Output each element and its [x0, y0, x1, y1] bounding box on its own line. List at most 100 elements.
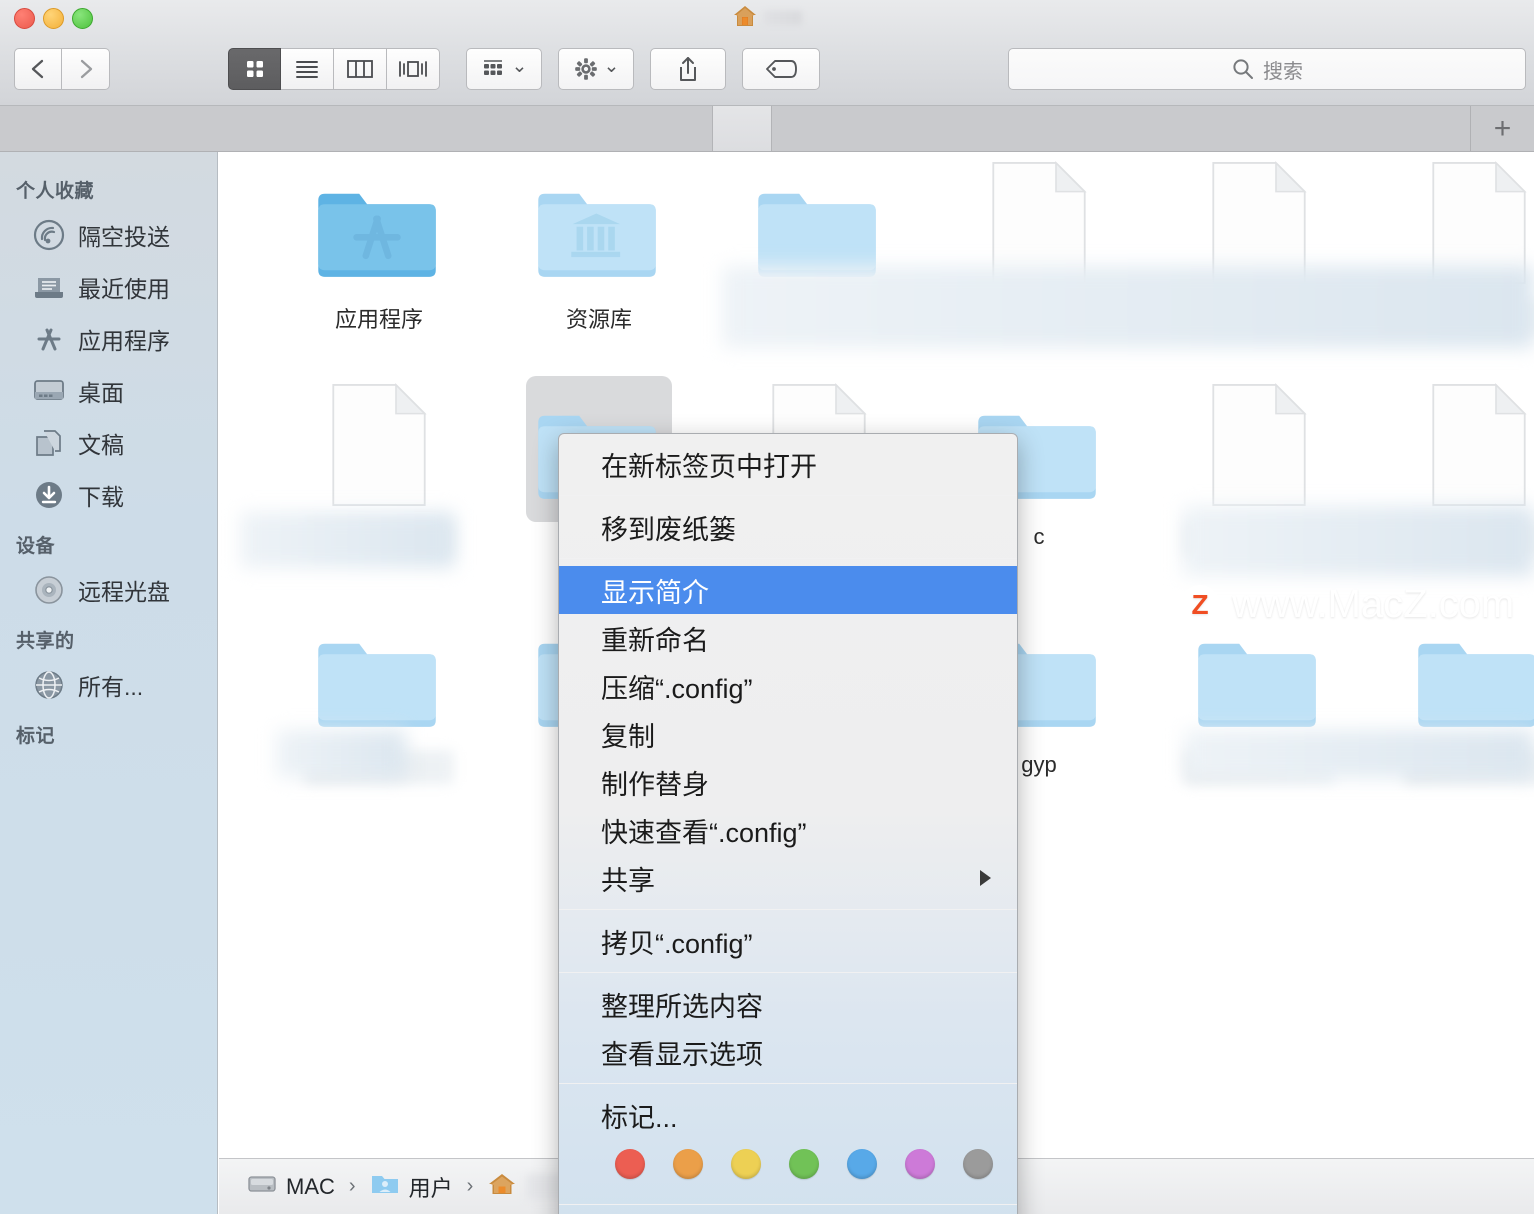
menu-item[interactable]: 在新标签页中打开	[559, 440, 1017, 488]
file-item[interactable]: 资源库	[499, 162, 699, 336]
path-segment-mac[interactable]: MAC	[247, 1172, 335, 1202]
menu-separator	[559, 558, 1017, 559]
titlebar: ⌄ ⌄ 搜索	[0, 0, 1534, 106]
home-icon	[487, 1171, 517, 1203]
list-view-button[interactable]	[281, 48, 334, 90]
document-plain-icon	[1159, 383, 1359, 514]
tag-purple-dot[interactable]	[905, 1149, 935, 1179]
menu-item-label: 在新标签页中打开	[601, 451, 817, 482]
recents-icon	[32, 270, 66, 304]
menu-separator	[559, 909, 1017, 910]
arrange-button[interactable]: ⌄	[466, 48, 542, 90]
menu-item-label: 显示简介	[601, 577, 709, 608]
desktop-icon	[32, 374, 66, 408]
tag-yellow-dot[interactable]	[731, 1149, 761, 1179]
sidebar: 个人收藏 隔空投送 最近使用 应用程序 桌面 文稿 下载 设备 远程光盘 共享的…	[0, 152, 218, 1214]
redaction-strip	[276, 730, 406, 778]
menu-item[interactable]: 查看显示选项	[559, 1028, 1017, 1076]
document-plain-icon	[1379, 383, 1534, 514]
tag-gray-dot[interactable]	[963, 1149, 993, 1179]
path-segment-label: 用户	[408, 1175, 453, 1201]
tab-active[interactable]	[712, 106, 772, 151]
file-label: c	[1033, 524, 1045, 549]
tab-bar: +	[0, 106, 1534, 152]
sidebar-item-label: 下载	[78, 484, 124, 510]
tab-bar-right-spacer	[772, 106, 1470, 151]
sidebar-item-label: 文稿	[78, 432, 124, 458]
search-field[interactable]: 搜索	[1008, 48, 1526, 90]
forward-button[interactable]	[62, 48, 110, 90]
navigation-buttons	[14, 48, 110, 90]
airdrop-icon	[32, 218, 66, 252]
share-button[interactable]	[650, 48, 726, 90]
tag-red-dot[interactable]	[615, 1149, 645, 1179]
new-tab-button[interactable]: +	[1470, 106, 1534, 151]
action-menu-button[interactable]: ⌄	[558, 48, 634, 90]
users-folder-icon	[370, 1172, 400, 1202]
sidebar-item-applications[interactable]: 应用程序	[0, 313, 217, 365]
sidebar-item-documents[interactable]: 文稿	[0, 417, 217, 469]
menu-item[interactable]: 重新命名	[559, 614, 1017, 662]
menu-item-label: 压缩“.config”	[601, 673, 753, 704]
path-separator: ›	[466, 1175, 474, 1197]
applications-icon	[32, 322, 66, 356]
gear-icon	[574, 58, 597, 80]
menu-item[interactable]: 显示简介	[559, 566, 1017, 614]
path-segment-users[interactable]: 用户	[370, 1171, 453, 1203]
redaction-strip	[1182, 506, 1534, 576]
search-placeholder: 搜索	[1263, 60, 1303, 83]
menu-separator	[559, 495, 1017, 496]
menu-item[interactable]: 整理所选内容	[559, 980, 1017, 1028]
menu-item[interactable]: 制作替身	[559, 758, 1017, 806]
menu-item-label: 重新命名	[601, 625, 709, 656]
sidebar-item-downloads[interactable]: 下载	[0, 469, 217, 521]
sidebar-item-remote-disc[interactable]: 远程光盘	[0, 564, 217, 616]
tag-green-dot[interactable]	[789, 1149, 819, 1179]
back-button[interactable]	[14, 48, 62, 90]
menu-item[interactable]: 标记...	[559, 1091, 1017, 1139]
folder-plain-icon	[279, 612, 479, 742]
context-menu: 在新标签页中打开移到废纸篓显示简介重新命名压缩“.config” 复制制作替身快速…	[558, 433, 1018, 1214]
menu-item-label: 标记...	[601, 1102, 678, 1133]
sidebar-section-header-shared: 共享的	[16, 631, 75, 652]
downloads-icon	[32, 478, 66, 512]
menu-item[interactable]: 压缩“.config”	[559, 662, 1017, 710]
sidebar-item-label: 远程光盘	[78, 579, 170, 605]
menu-item[interactable]: 复制	[559, 710, 1017, 758]
menu-item[interactable]: 快速查看“.config”	[559, 806, 1017, 854]
menu-separator	[559, 1204, 1017, 1205]
tag-orange-dot[interactable]	[673, 1149, 703, 1179]
view-mode-group	[228, 48, 440, 90]
icon-view-button[interactable]	[228, 48, 281, 90]
sidebar-item-desktop[interactable]: 桌面	[0, 365, 217, 417]
sidebar-item-label: 隔空投送	[78, 224, 170, 250]
tag-color-row	[559, 1139, 1017, 1197]
file-item[interactable]: 应用程序	[279, 162, 479, 336]
sidebar-item-recents[interactable]: 最近使用	[0, 261, 217, 313]
menu-item-label: 整理所选内容	[601, 991, 763, 1022]
chevron-down-icon: ⌄	[603, 56, 620, 77]
sidebar-item-airdrop[interactable]: 隔空投送	[0, 209, 217, 261]
menu-separator	[559, 972, 1017, 973]
add-tag-button[interactable]	[742, 48, 820, 90]
column-view-button[interactable]	[334, 48, 387, 90]
menu-item-label: 拷贝“.config”	[601, 928, 753, 959]
network-icon	[32, 668, 66, 702]
harddisk-icon	[247, 1172, 277, 1202]
menu-item-label: 制作替身	[601, 769, 709, 800]
file-label: 应用程序	[334, 307, 423, 332]
sidebar-item-all-shared[interactable]: 所有...	[0, 659, 217, 711]
menu-item[interactable]: 共享	[559, 854, 1017, 902]
menu-item[interactable]: 拷贝“.config”	[559, 917, 1017, 965]
gallery-view-button[interactable]	[387, 48, 440, 90]
sidebar-section-header-favorites: 个人收藏	[16, 181, 95, 202]
menu-item[interactable]: 移到废纸篓	[559, 503, 1017, 551]
menu-item-label: 共享	[601, 865, 655, 896]
tag-icon	[766, 60, 797, 78]
path-separator: ›	[348, 1175, 356, 1197]
sidebar-item-label: 桌面	[78, 380, 124, 406]
chevron-down-icon: ⌄	[511, 56, 528, 77]
folder-plain-icon	[1379, 612, 1534, 742]
menu-item-label: 快速查看“.config”	[601, 817, 807, 848]
tag-blue-dot[interactable]	[847, 1149, 877, 1179]
